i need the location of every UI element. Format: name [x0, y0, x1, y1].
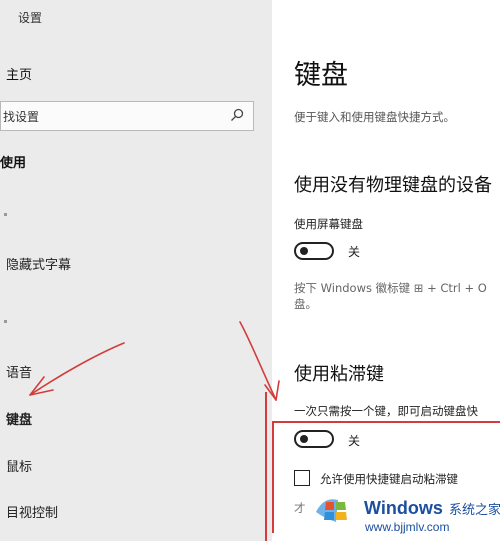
shortcut-hint-line2: 盘。 — [294, 297, 317, 311]
shortcut-hint-line1: 按下 Windows 徽标键 ⊞ + Ctrl + O — [294, 281, 487, 295]
sidebar: 设置 主页 找设置 使用 隐藏式字幕 语音 键盘 鼠标 目视控制 — [0, 0, 272, 541]
watermark-name-cn: 系统之家 — [449, 503, 500, 518]
app-title: 设置 — [18, 11, 43, 25]
sidebar-section-title: 使用 — [0, 156, 27, 171]
on-screen-keyboard-label: 使用屏幕键盘 — [294, 217, 363, 231]
sticky-keys-description: 一次只需按一个键，即可启动键盘快 — [294, 404, 478, 418]
section-heading-no-keyboard: 使用没有物理键盘的设备 — [294, 175, 492, 196]
search-icon[interactable] — [229, 107, 245, 123]
sidebar-separator — [4, 213, 7, 216]
section-heading-sticky-keys: 使用粘滞键 — [294, 364, 384, 385]
sidebar-item-eye-control[interactable]: 目视控制 — [6, 502, 58, 521]
watermark-url: www.bjjmlv.com — [365, 520, 450, 534]
sidebar-item-keyboard[interactable]: 键盘 — [6, 409, 32, 428]
page-title: 键盘 — [294, 60, 348, 91]
sidebar-item-home[interactable]: 主页 — [6, 64, 32, 83]
on-screen-keyboard-state: 关 — [348, 245, 361, 259]
toggle-knob — [300, 247, 308, 255]
main-content: 键盘 便于键入和使用键盘快捷方式。 使用没有物理键盘的设备 使用屏幕键盘 关 按… — [272, 0, 500, 541]
windows-logo-icon — [316, 499, 347, 522]
sidebar-separator — [4, 320, 7, 323]
sidebar-item-captions[interactable]: 隐藏式字幕 — [6, 254, 71, 273]
watermark-name: Windows — [364, 498, 443, 518]
search-input[interactable]: 找设置 — [0, 101, 254, 131]
sidebar-item-speech[interactable]: 语音 — [6, 362, 32, 381]
page-description: 便于键入和使用键盘快捷方式。 — [294, 110, 455, 124]
on-screen-keyboard-toggle[interactable] — [294, 242, 334, 260]
sidebar-item-mouse[interactable]: 鼠标 — [6, 456, 32, 475]
search-placeholder: 找设置 — [3, 110, 40, 124]
annotation-red-line — [265, 392, 267, 541]
